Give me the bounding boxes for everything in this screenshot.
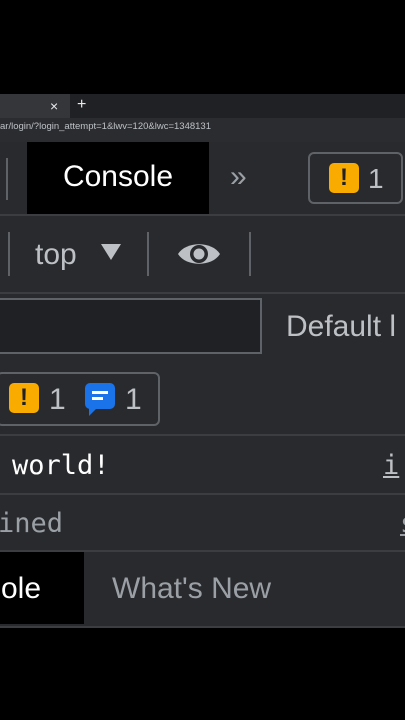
source-link[interactable]: i <box>383 450 399 481</box>
drawer-tab-console-label[interactable]: sole <box>0 572 41 606</box>
toolbar-divider <box>6 158 8 200</box>
filter-input[interactable] <box>0 298 262 354</box>
tab-console-label[interactable]: Console <box>27 160 209 194</box>
drawer-tab-whats-new[interactable]: What's New <box>112 572 271 606</box>
browser-tab[interactable] <box>0 94 70 118</box>
context-selector[interactable]: top <box>35 238 77 272</box>
divider <box>0 434 405 436</box>
warning-icon: ! <box>329 163 359 193</box>
toolbar-divider <box>249 232 251 276</box>
source-link[interactable]: s <box>400 508 405 539</box>
info-message-icon <box>85 383 115 416</box>
console-message: ined <box>0 508 64 539</box>
dropdown-arrow-icon[interactable] <box>101 244 121 260</box>
log-levels-dropdown[interactable]: Default l <box>286 310 396 344</box>
new-tab-button[interactable]: + <box>77 95 86 115</box>
more-tabs-button[interactable]: » <box>230 160 247 194</box>
issues-count: 1 <box>368 163 384 194</box>
divider <box>0 493 405 495</box>
toolbar-divider <box>8 232 10 276</box>
close-tab-icon[interactable]: × <box>50 96 58 116</box>
console-message: world! <box>12 450 110 481</box>
warning-count: 1 <box>49 383 66 416</box>
address-bar-url[interactable]: ar/login/?login_attempt=1&lwv=120&lwc=13… <box>0 121 211 132</box>
warning-icon: ! <box>9 383 39 413</box>
eye-icon[interactable] <box>176 238 222 270</box>
toolbar-divider <box>147 232 149 276</box>
info-count: 1 <box>125 383 142 416</box>
